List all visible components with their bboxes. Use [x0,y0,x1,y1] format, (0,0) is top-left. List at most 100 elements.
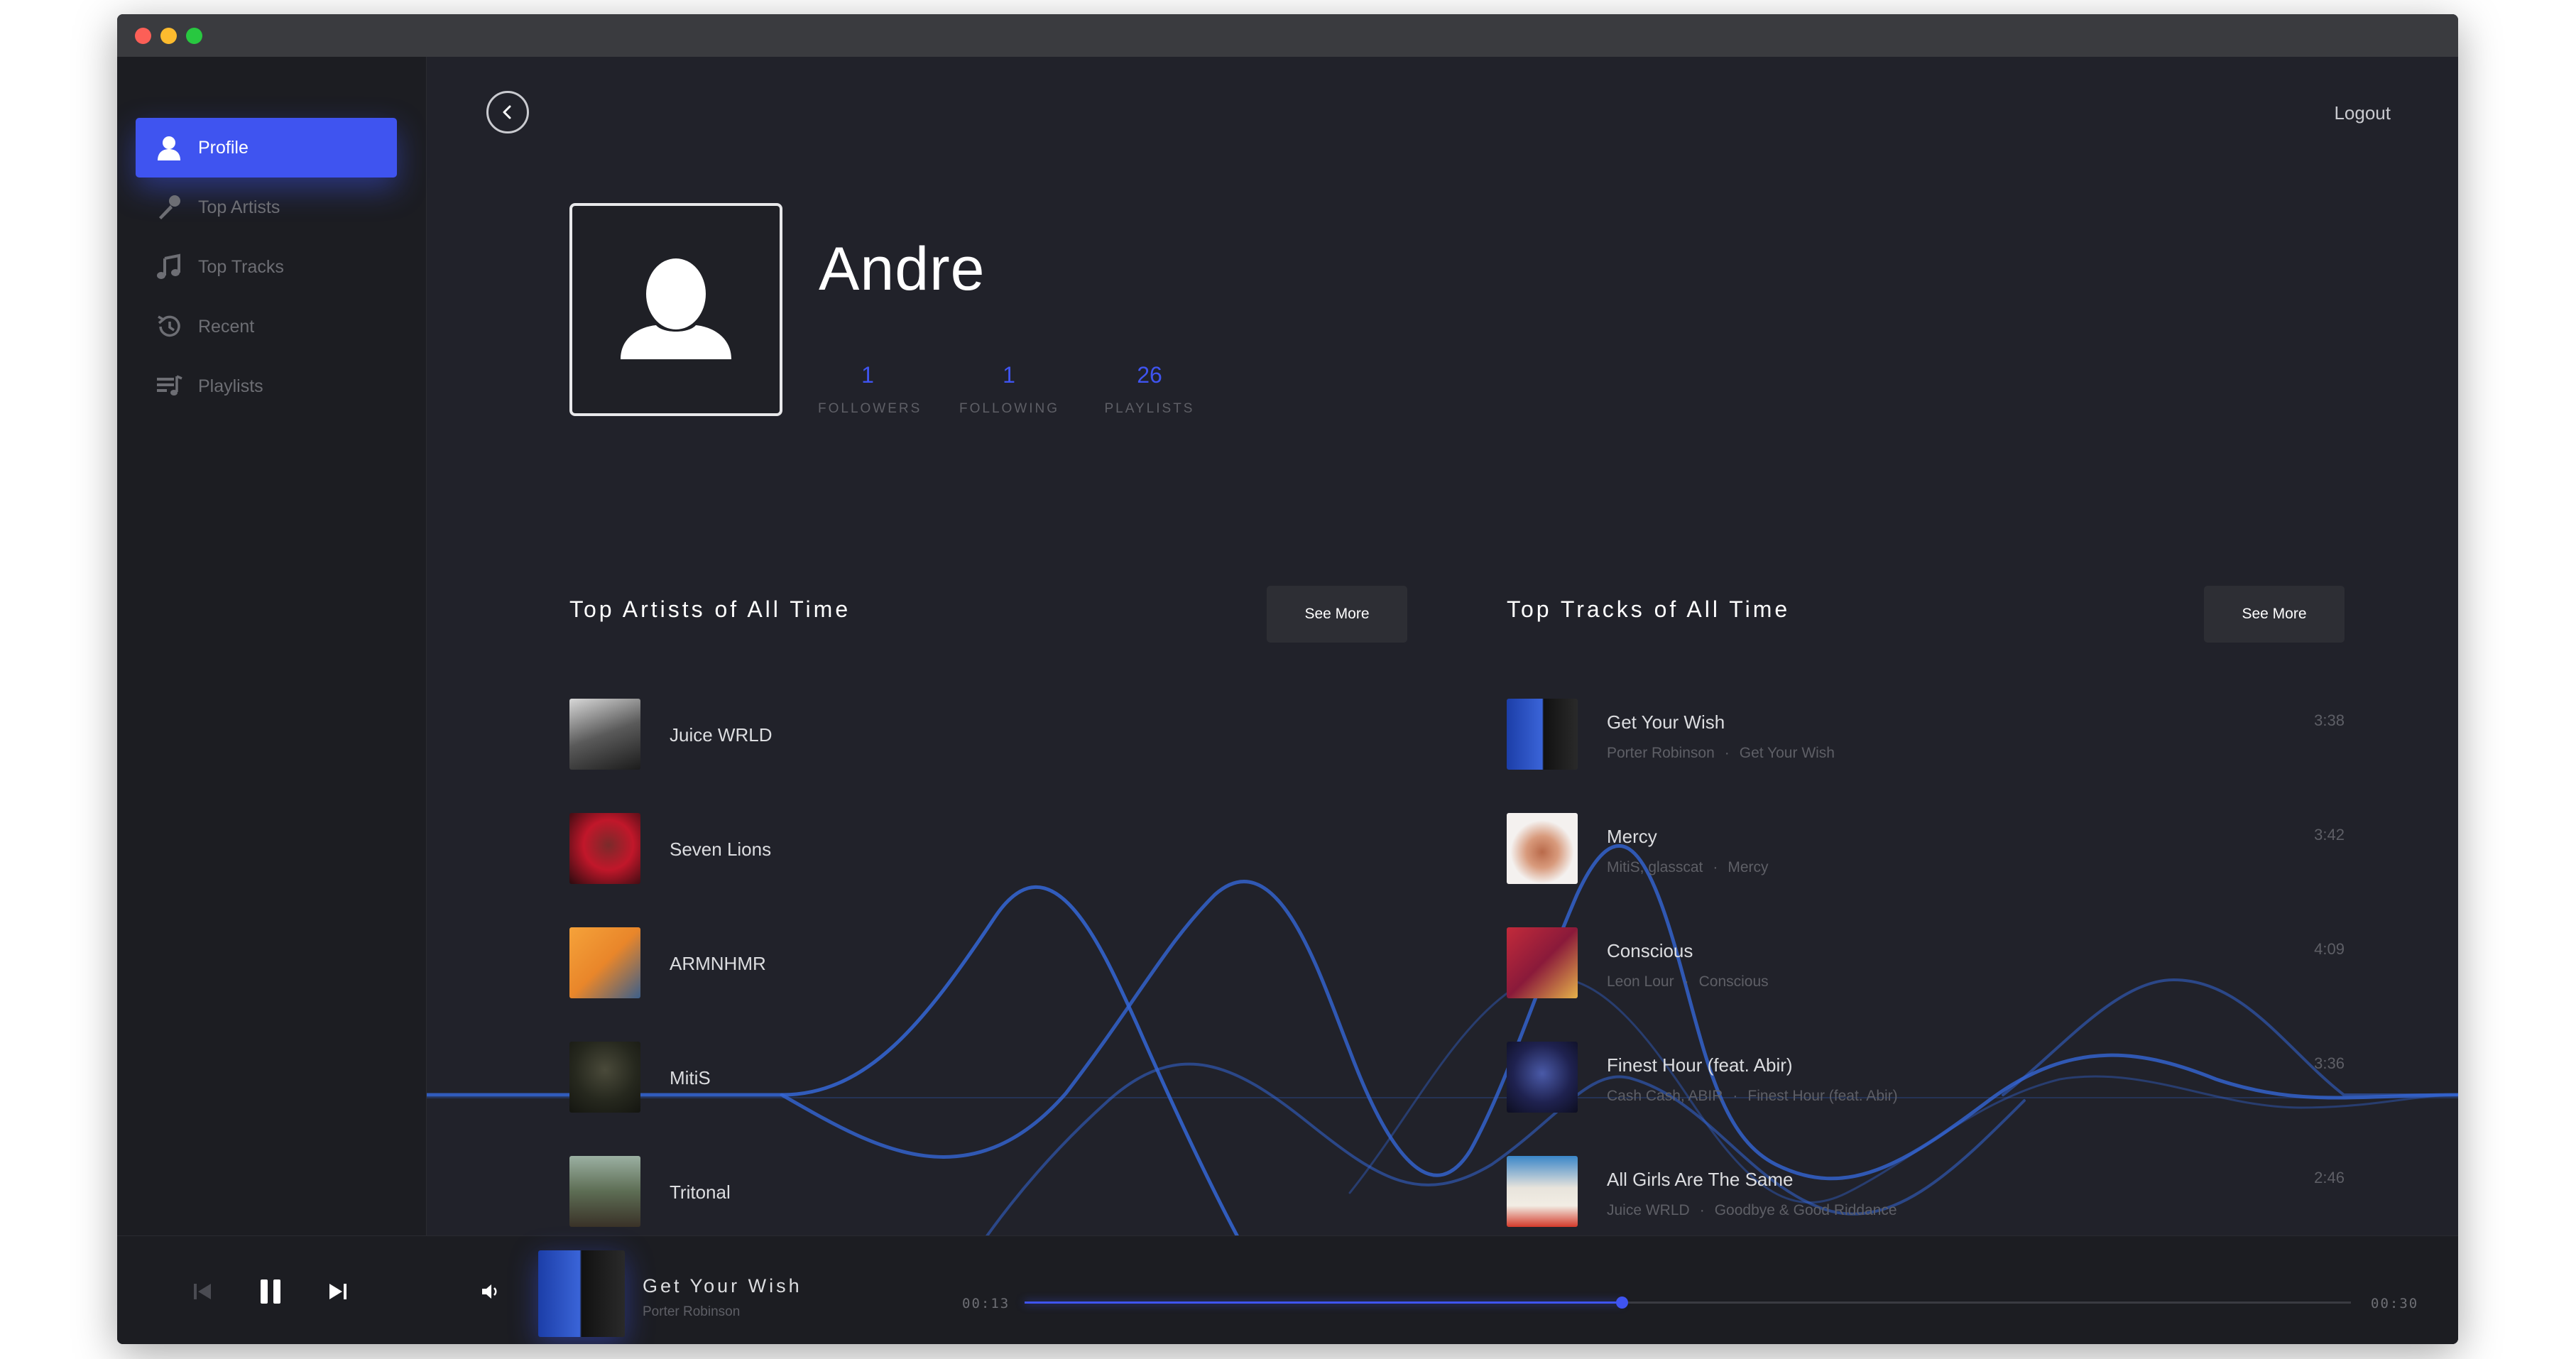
sidebar-item-top-artists[interactable]: Top Artists [136,178,397,237]
track-artist: MitiS, glasscat [1607,859,1703,875]
music-note-icon [154,252,184,282]
track-album: Conscious [1698,973,1769,990]
album-art [1507,927,1578,998]
stat-playlists[interactable]: 26 PLAYLISTS [1100,362,1199,417]
artist-row[interactable]: Seven Lions [569,813,1407,884]
track-meta: Juice WRLD · Goodbye & Good Riddance [1607,1202,1897,1218]
next-button[interactable] [318,1272,358,1311]
track-meta: Leon Lour · Conscious [1607,973,1769,990]
track-album: Get Your Wish [1739,745,1835,761]
artist-row[interactable]: Tritonal [569,1156,1407,1227]
now-playing-album-art [538,1250,625,1337]
track-duration: 3:42 [2314,826,2345,844]
app-window: Profile Top Artists Top Tracks Recent Pl… [117,14,2458,1344]
artist-name: ARMNHMR [670,953,766,974]
album-art [1507,699,1578,770]
track-duration: 4:09 [2314,940,2345,958]
sidebar-item-profile[interactable]: Profile [136,118,397,178]
track-artist: Porter Robinson [1607,745,1715,761]
pause-icon [261,1279,280,1304]
track-duration: 3:38 [2314,711,2345,729]
artist-image [569,813,640,884]
sidebar-item-label: Top Tracks [198,256,284,277]
track-artist: Leon Lour [1607,973,1674,990]
track-row[interactable]: All Girls Are The Same Juice WRLD · Goodby… [1507,1156,2345,1227]
see-more-artists-button[interactable]: See More [1267,586,1407,643]
track-meta: Cash Cash, ABIR · Finest Hour (feat. Abir) [1607,1088,1898,1104]
title-bar [117,14,2458,57]
stat-label: PLAYLISTS [1104,401,1195,416]
logout-button[interactable]: Logout [2334,102,2391,124]
avatar [569,203,782,416]
sidebar: Profile Top Artists Top Tracks Recent Pl… [117,57,427,1235]
top-tracks-title: Top Tracks of All Time [1507,596,1791,622]
skip-back-icon [194,1284,211,1299]
artist-image [569,1042,640,1113]
user-icon [154,133,184,163]
artist-row[interactable]: Juice WRLD [569,699,1407,770]
maximize-window-button[interactable] [186,28,202,44]
previous-button[interactable] [182,1272,222,1311]
artist-name: Tritonal [670,1181,731,1203]
stat-followers[interactable]: 1 FOLLOWERS [818,362,922,417]
volume-button[interactable] [471,1272,511,1311]
album-art [1507,813,1578,884]
pause-button[interactable] [251,1272,290,1311]
back-button[interactable] [486,91,529,133]
stat-value: 1 [1003,362,1015,388]
track-album: Goodbye & Good Riddance [1714,1202,1897,1218]
sidebar-item-playlists[interactable]: Playlists [136,356,397,416]
stat-label: FOLLOWING [959,401,1060,416]
now-playing-artist: Porter Robinson [643,1304,741,1319]
close-window-button[interactable] [135,28,151,44]
artist-name: Juice WRLD [670,724,773,746]
track-row[interactable]: Get Your Wish Porter Robinson · Get Your W… [1507,699,2345,770]
artist-name: MitiS [670,1067,711,1088]
track-name: Get Your Wish [1607,711,1725,733]
track-row[interactable]: Conscious Leon Lour · Conscious 4:09 [1507,927,2345,998]
history-icon [154,312,184,342]
progress-bar[interactable] [1025,1297,2351,1309]
stat-following[interactable]: 1 FOLLOWING [959,362,1059,417]
track-name: All Girls Are The Same [1607,1169,1794,1190]
sidebar-item-top-tracks[interactable]: Top Tracks [136,237,397,297]
sidebar-item-label: Recent [198,316,255,337]
track-meta: Porter Robinson · Get Your Wish [1607,745,1835,761]
artist-row[interactable]: MitiS [569,1042,1407,1113]
sidebar-item-label: Playlists [198,376,263,396]
track-row[interactable]: Finest Hour (feat. Abir) Cash Cash, ABIR… [1507,1042,2345,1113]
minimize-window-button[interactable] [160,28,177,44]
progress-fill [1025,1301,1622,1304]
track-meta: MitiS, glasscat · Mercy [1607,859,1769,875]
sidebar-item-recent[interactable]: Recent [136,297,397,356]
microphone-icon [154,192,184,222]
sidebar-item-label: Profile [198,137,249,158]
see-more-tracks-button[interactable]: See More [2204,586,2345,643]
stat-label: FOLLOWERS [818,401,922,416]
progress-handle[interactable] [1615,1297,1628,1309]
volume-icon [482,1284,497,1299]
chevron-left-icon [503,105,511,119]
artist-image [569,699,640,770]
track-name: Conscious [1607,940,1693,961]
album-art [1507,1042,1578,1113]
album-art [1507,1156,1578,1227]
artist-row[interactable]: ARMNHMR [569,927,1407,998]
total-time: 00:30 [2371,1296,2419,1311]
top-artists-title: Top Artists of All Time [569,596,851,622]
track-row[interactable]: Mercy MitiS, glasscat · Mercy 3:42 [1507,813,2345,884]
elapsed-time: 00:13 [962,1296,1010,1311]
playlist-icon [154,371,184,401]
skip-forward-icon [329,1284,346,1299]
track-artist: Cash Cash, ABIR [1607,1088,1723,1104]
artist-image [569,927,640,998]
user-icon [621,258,731,359]
main-content: Logout Andre 1 FOLLOWERS 1 FOLLOWING 26 … [427,57,2458,1235]
track-name: Mercy [1607,826,1657,847]
now-playing-title: Get Your Wish [643,1275,802,1297]
artist-name: Seven Lions [670,839,772,860]
track-album: Mercy [1728,859,1769,875]
stat-value: 1 [861,362,874,388]
artist-image [569,1156,640,1227]
track-name: Finest Hour (feat. Abir) [1607,1054,1793,1076]
